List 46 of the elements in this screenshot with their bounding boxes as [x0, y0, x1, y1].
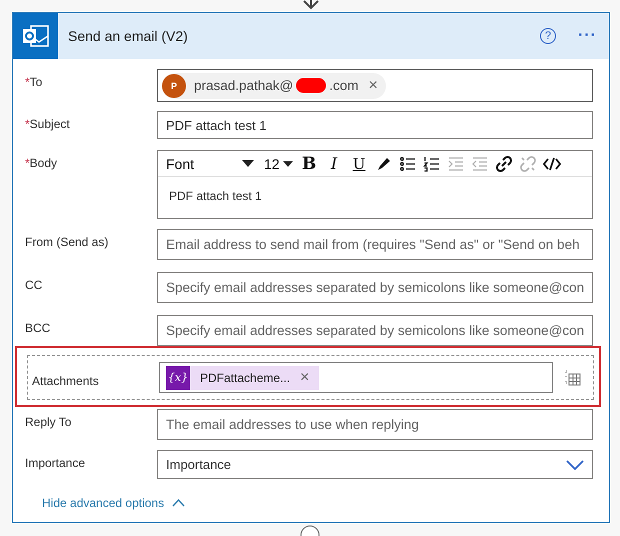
field-label: From (Send as) [25, 234, 110, 251]
chevron-down-icon [566, 460, 584, 470]
code-icon[interactable] [542, 154, 561, 172]
text-field[interactable]: Specify email addresses separated by semicolons like someone@con [157, 315, 593, 346]
card-title: Send an email (V2) [68, 28, 189, 44]
recipient-chip[interactable]: P prasad.pathak@ .com × [162, 72, 386, 98]
numbered-list-icon[interactable] [422, 154, 441, 172]
field-label: *To [25, 74, 44, 91]
text-field[interactable]: Email address to send mail from (requires "Send as" or "Send on beh [157, 229, 593, 260]
text-field[interactable]: The email addresses to use when replying [157, 409, 593, 440]
field-label: Reply To [25, 414, 72, 431]
remove-button[interactable]: × [368, 76, 378, 94]
table-icon[interactable] [565, 370, 581, 386]
recipient-email: prasad.pathak@ .com [194, 78, 359, 93]
hide-advanced-link[interactable]: Hide advanced options [42, 496, 593, 510]
caret-icon [242, 160, 254, 167]
connector-arrow [302, 0, 320, 10]
field-label: CC [25, 277, 44, 294]
more-button[interactable]: ··· [576, 27, 599, 45]
link-icon[interactable] [494, 154, 513, 172]
caret-icon [282, 160, 293, 166]
help-button[interactable]: ? [540, 28, 556, 44]
to-field[interactable]: P prasad.pathak@ .com × [157, 69, 593, 102]
dynamic-content-token[interactable]: {x} PDFattacheme... × [166, 366, 320, 390]
body-editor[interactable]: Font 12 B I U PDF attach test 1 [157, 150, 593, 219]
attachments-field[interactable]: {x} PDFattacheme... × [159, 362, 553, 393]
field-label: *Subject [25, 116, 71, 133]
token-label: PDFattacheme... [200, 370, 290, 384]
remove-button[interactable]: × [300, 368, 310, 386]
bold-button[interactable]: B [296, 152, 322, 174]
size-dropdown[interactable]: 12 [260, 156, 297, 172]
text-field[interactable]: Specify email addresses separated by semicolons like someone@con [157, 272, 593, 303]
font-dropdown[interactable]: Font [160, 156, 260, 172]
avatar: P [162, 74, 186, 98]
chevron-icon [172, 499, 186, 507]
body-text: PDF attach test 1 [168, 188, 263, 205]
field-label: BCC [25, 320, 52, 337]
field-label: Importance [25, 455, 86, 472]
underline-button[interactable]: U [346, 152, 372, 174]
expression-icon: {x} [166, 366, 190, 390]
field-label: Attachments [31, 372, 100, 388]
italic-button[interactable]: I [322, 152, 347, 174]
bullet-list-icon[interactable] [398, 154, 417, 172]
field-label: *Body [25, 155, 58, 172]
importance-dropdown[interactable]: Importance [157, 450, 593, 479]
text-field[interactable]: PDF attach test 1 [157, 111, 593, 139]
